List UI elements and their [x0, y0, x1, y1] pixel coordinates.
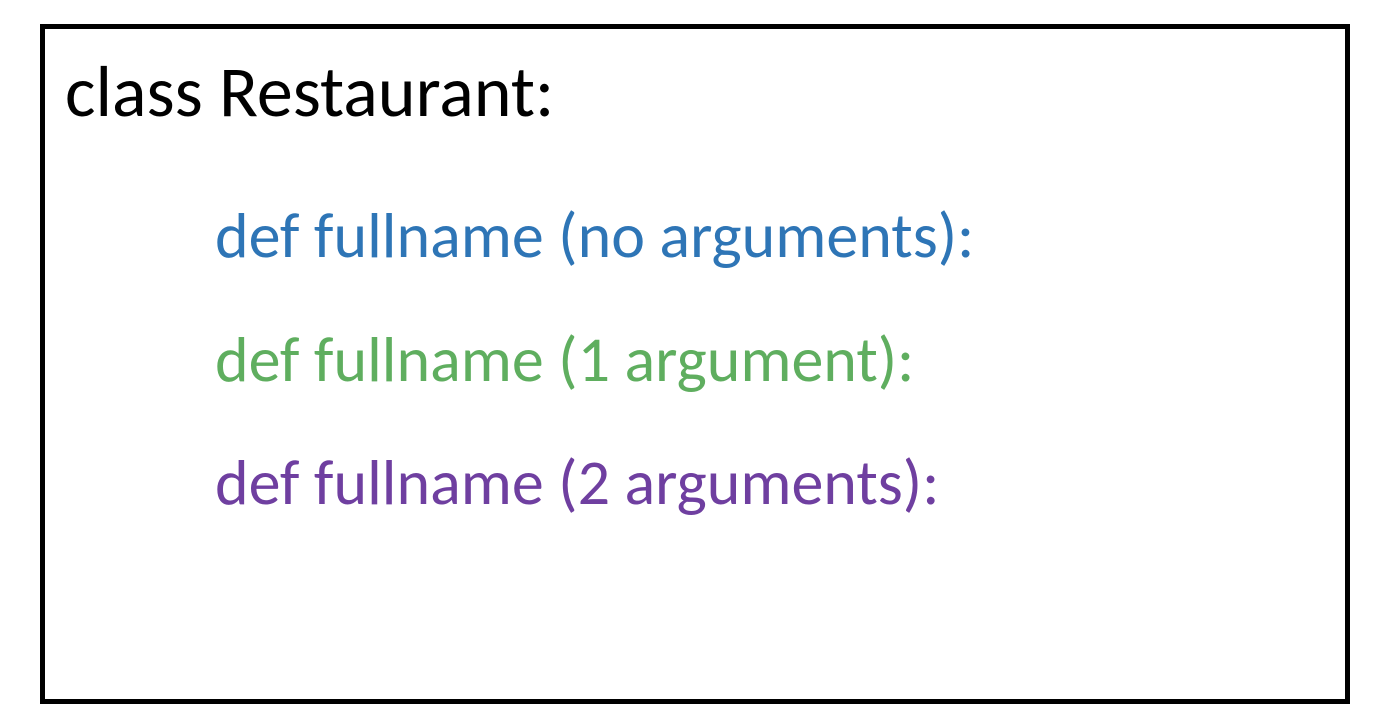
- class-header: class Restaurant:: [65, 49, 1325, 135]
- method-def-one-arg: def fullname (1 argument):: [65, 319, 1325, 402]
- code-box: class Restaurant: def fullname (no argum…: [40, 24, 1350, 704]
- method-def-two-args: def fullname (2 arguments):: [65, 442, 1325, 525]
- method-def-no-args: def fullname (no arguments):: [65, 195, 1325, 278]
